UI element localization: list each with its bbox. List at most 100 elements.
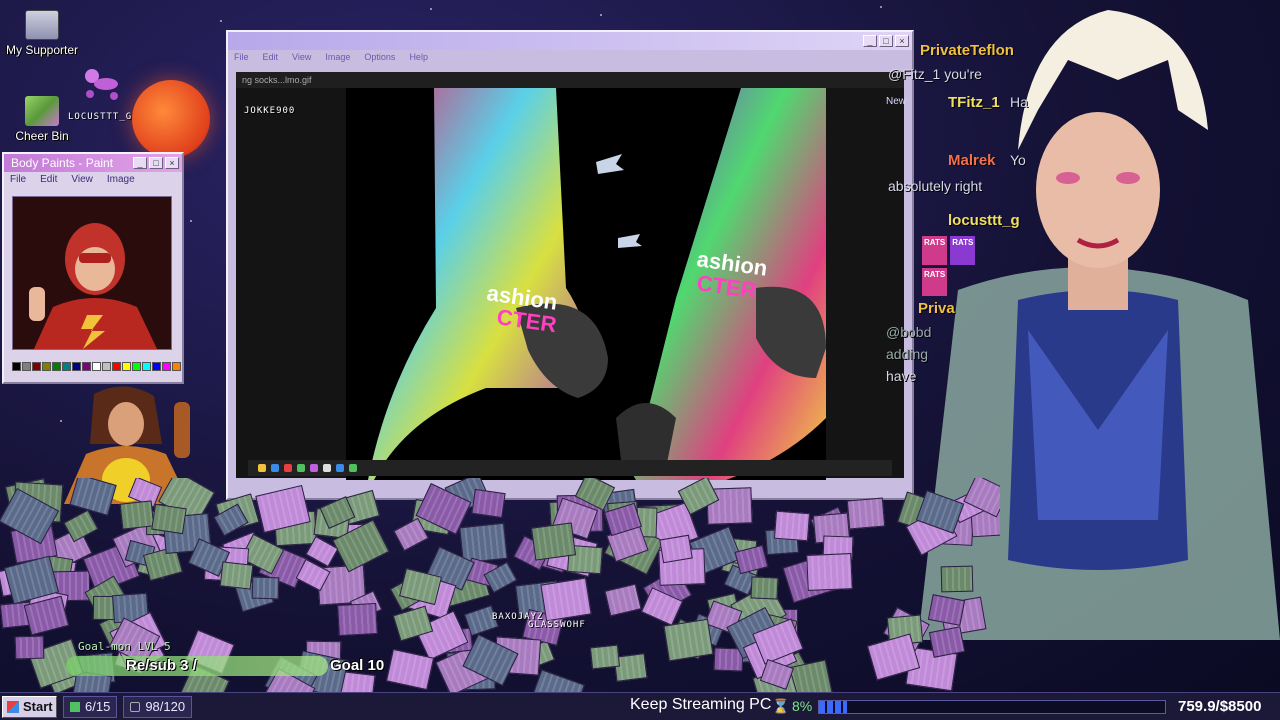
chat-user-privateteflon: PrivateTeflon bbox=[920, 42, 1014, 59]
app-icon[interactable] bbox=[336, 464, 344, 472]
color-swatch[interactable] bbox=[172, 362, 181, 371]
start-button[interactable]: Start bbox=[2, 695, 57, 718]
gift-box bbox=[540, 577, 592, 622]
browser-icon[interactable] bbox=[271, 464, 279, 472]
gift-box bbox=[847, 497, 886, 530]
new-badge: New bbox=[886, 96, 907, 107]
gift-box bbox=[151, 503, 188, 535]
chat-user-locusttt: locusttt_g bbox=[948, 212, 1020, 229]
follow-counter: 98/120 bbox=[123, 695, 193, 718]
color-swatch[interactable] bbox=[52, 362, 61, 371]
gift-box bbox=[806, 553, 853, 592]
gift-box bbox=[658, 534, 693, 564]
chat-message: have bbox=[886, 368, 917, 384]
color-swatch[interactable] bbox=[152, 362, 161, 371]
color-swatch[interactable] bbox=[122, 362, 131, 371]
keep-streaming-label: Keep Streaming PC bbox=[630, 696, 772, 713]
goal-monster-label: Goal-mon LVL 5 bbox=[78, 640, 171, 653]
viewer-menu-file[interactable]: File bbox=[234, 52, 249, 62]
gift-box bbox=[941, 566, 974, 593]
moon-decoration bbox=[132, 80, 210, 158]
viewer-menu-view[interactable]: View bbox=[292, 52, 311, 62]
gift-box bbox=[927, 594, 965, 627]
chat-message: adding bbox=[886, 346, 929, 362]
socks-image[interactable]: ashion CTER ashion CTER bbox=[346, 88, 826, 480]
viewer-close-button[interactable]: × bbox=[895, 35, 909, 47]
app-icon[interactable] bbox=[349, 464, 357, 472]
app-icon[interactable] bbox=[323, 464, 331, 472]
maximize-button[interactable]: □ bbox=[149, 157, 163, 169]
color-swatch[interactable] bbox=[92, 362, 101, 371]
color-swatch[interactable] bbox=[32, 362, 41, 371]
paint-canvas-portrait[interactable] bbox=[12, 196, 172, 350]
gift-box bbox=[119, 499, 155, 530]
image-viewer-window[interactable]: _ □ × File Edit View Image Options Help … bbox=[226, 30, 914, 500]
chat-user-malrek: Malrek bbox=[948, 152, 996, 169]
resub-label: Re/sub 3 / bbox=[126, 657, 197, 674]
paint-title: Body Paints - Paint bbox=[11, 156, 114, 170]
chat-message: @Fitz_1 you're bbox=[888, 66, 982, 82]
folder-icon[interactable] bbox=[258, 464, 266, 472]
color-swatch[interactable] bbox=[142, 362, 151, 371]
hourglass-icon: ⌛ bbox=[772, 698, 790, 714]
color-swatch[interactable] bbox=[12, 362, 21, 371]
gift-box bbox=[14, 635, 44, 660]
progress-fill bbox=[819, 701, 847, 713]
gift-box bbox=[459, 522, 509, 564]
viewer-maximize-button[interactable]: □ bbox=[879, 35, 893, 47]
paint-titlebar[interactable]: Body Paints - Paint _ □ × bbox=[4, 154, 182, 172]
goal-label: Goal 10 bbox=[330, 657, 385, 674]
viewer-menu-options[interactable]: Options bbox=[364, 52, 395, 62]
chat-message: @bobd bbox=[886, 324, 932, 340]
gift-box bbox=[251, 576, 280, 600]
color-swatch[interactable] bbox=[62, 362, 71, 371]
color-palette[interactable] bbox=[12, 362, 181, 371]
stream-goal-progress bbox=[818, 700, 1166, 714]
gift-box bbox=[471, 489, 507, 519]
color-swatch[interactable] bbox=[102, 362, 111, 371]
chat-bubble-icon bbox=[130, 701, 141, 712]
money-goal: 759.9/$8500 bbox=[1178, 698, 1262, 715]
color-swatch[interactable] bbox=[132, 362, 141, 371]
chat-message: absolutely right bbox=[888, 178, 983, 194]
menu-file[interactable]: File bbox=[10, 174, 26, 185]
app-icon[interactable] bbox=[310, 464, 318, 472]
record-icon[interactable] bbox=[284, 464, 292, 472]
gift-box bbox=[530, 522, 576, 561]
minimize-button[interactable]: _ bbox=[133, 157, 147, 169]
viewer-titlebar[interactable]: _ □ × bbox=[228, 32, 912, 50]
gift-box bbox=[69, 478, 118, 517]
viewer-menubar: File Edit View Image Options Help bbox=[228, 50, 912, 64]
my-supporter-icon[interactable]: My Supporter bbox=[0, 10, 84, 57]
color-swatch[interactable] bbox=[72, 362, 81, 371]
app-icon[interactable] bbox=[297, 464, 305, 472]
gift-box bbox=[751, 576, 779, 599]
chat-user-tfitz: TFitz_1 bbox=[948, 94, 1000, 111]
gift-box bbox=[604, 583, 642, 617]
gift-box bbox=[337, 603, 378, 637]
color-swatch[interactable] bbox=[42, 362, 51, 371]
color-swatch[interactable] bbox=[22, 362, 31, 371]
viewer-minimize-button[interactable]: _ bbox=[863, 35, 877, 47]
paint-window[interactable]: Body Paints - Paint _ □ × File Edit View… bbox=[2, 152, 184, 384]
handle-locusttt: LOCUSTTT_G bbox=[68, 112, 133, 122]
color-swatch[interactable] bbox=[162, 362, 171, 371]
viewer-menu-image[interactable]: Image bbox=[325, 52, 350, 62]
menu-image[interactable]: Image bbox=[107, 174, 135, 185]
sub-counter-value: 6/15 bbox=[85, 699, 111, 714]
menu-edit[interactable]: Edit bbox=[40, 174, 57, 185]
green-square-icon bbox=[70, 701, 80, 712]
menu-view[interactable]: View bbox=[71, 174, 93, 185]
cheer-bin-label: Cheer Bin bbox=[15, 129, 69, 143]
sub-counter: 6/15 bbox=[63, 695, 118, 718]
gift-box bbox=[663, 619, 715, 663]
viewer-menu-edit[interactable]: Edit bbox=[263, 52, 279, 62]
chat-message: Yo bbox=[1010, 152, 1026, 168]
close-button[interactable]: × bbox=[165, 157, 179, 169]
color-swatch[interactable] bbox=[82, 362, 91, 371]
chat-message: Ha bbox=[1010, 94, 1028, 110]
color-swatch[interactable] bbox=[112, 362, 121, 371]
viewer-menu-help[interactable]: Help bbox=[409, 52, 428, 62]
goal-progress-bar bbox=[66, 656, 328, 676]
viewer-toolbar: ng socks...lmo.gif bbox=[236, 72, 904, 88]
